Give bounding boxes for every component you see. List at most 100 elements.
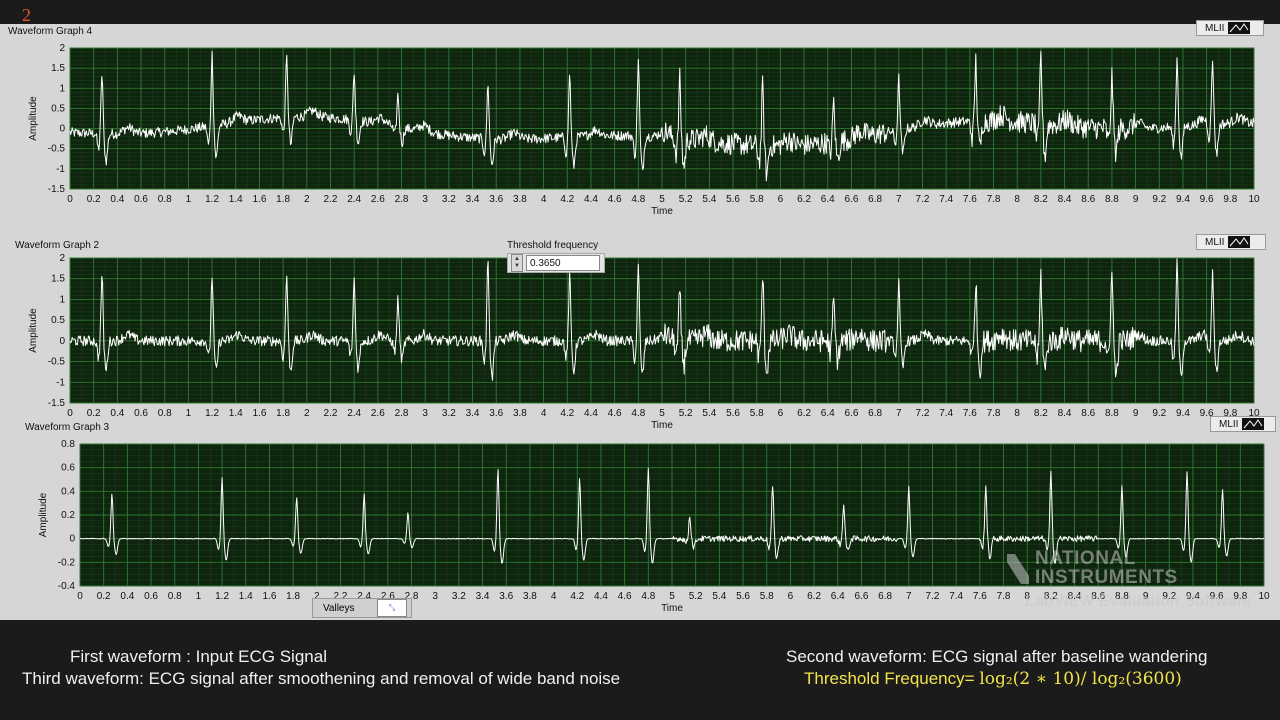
threshold-frequency-input[interactable]: 0.3650 (526, 255, 600, 271)
x-tick-label: 9.6 (1200, 408, 1214, 419)
x-tick-label: 1.2 (215, 591, 229, 602)
x-tick-label: 2.6 (371, 408, 385, 419)
formula-math: log₂(2 ∗ 10)/ log₂(3600) (979, 669, 1182, 689)
y-tick-label: -1.5 (48, 398, 66, 409)
x-tick-label: 8.2 (1034, 408, 1048, 419)
threshold-numeric-control: ▲ ▼ 0.3650 (507, 253, 605, 273)
x-tick-label: 0 (67, 408, 73, 419)
x-tick-label: 3.4 (476, 591, 490, 602)
watermark-line2: INSTRUMENTS (1035, 567, 1178, 588)
x-tick-label: 3.4 (466, 408, 480, 419)
y-tick-label: -1 (56, 377, 65, 388)
y-tick-label: 1.5 (51, 63, 65, 74)
x-tick-label: 8 (1014, 194, 1020, 205)
x-tick-label: 6.2 (797, 408, 811, 419)
x-tick-label: 5 (659, 194, 665, 205)
x-tick-label: 4.2 (570, 591, 584, 602)
x-tick-label: 4.8 (641, 591, 655, 602)
x-tick-label: 0 (67, 194, 73, 205)
x-tick-label: 0.2 (87, 408, 101, 419)
x-tick-label: 4.6 (618, 591, 632, 602)
x-tick-label: 2.8 (395, 194, 409, 205)
y-tick-label: -0.5 (48, 357, 66, 368)
x-tick-label: 8 (1014, 408, 1020, 419)
x-tick-label: 3 (422, 408, 428, 419)
watermark-line3: LabVIEW Evaluation Software (1025, 593, 1252, 610)
x-tick-label: 3.2 (452, 591, 466, 602)
x-tick-label: 1.6 (252, 408, 266, 419)
x-tick-label: 3.6 (489, 194, 503, 205)
x-tick-label: 1.8 (276, 408, 290, 419)
x-tick-label: 7.2 (916, 194, 930, 205)
x-tick-label: 7 (896, 194, 902, 205)
x-tick-label: 5.2 (679, 194, 693, 205)
x-tick-label: 6.4 (821, 408, 835, 419)
x-tick-label: 1 (186, 194, 192, 205)
x-tick-label: 9.2 (1152, 408, 1166, 419)
x-tick-label: 1.4 (229, 408, 243, 419)
x-tick-label: 4 (541, 194, 547, 205)
x-tick-label: 1 (186, 408, 192, 419)
x-tick-label: 6.6 (844, 194, 858, 205)
x-tick-label: 2.6 (371, 194, 385, 205)
cursor-icon[interactable]: ⤡ (377, 599, 407, 617)
x-tick-label: 2.4 (347, 194, 361, 205)
y-tick-label: 1.5 (51, 274, 65, 285)
x-tick-label: 9.6 (1200, 194, 1214, 205)
x-tick-label: 9.4 (1176, 408, 1190, 419)
x-axis-label: Time (651, 206, 673, 217)
x-tick-label: 6.4 (831, 591, 845, 602)
x-tick-label: 2.4 (347, 408, 361, 419)
x-tick-label: 6.8 (868, 408, 882, 419)
x-tick-label: 8.2 (1034, 194, 1048, 205)
increment-decrement-icon[interactable]: ▲ ▼ (511, 254, 523, 272)
x-tick-label: 6.8 (868, 194, 882, 205)
y-tick-label: 0 (59, 124, 65, 135)
x-tick-label: 4.4 (594, 591, 608, 602)
x-tick-label: 9.2 (1152, 194, 1166, 205)
x-tick-label: 1.2 (205, 408, 219, 419)
x-tick-label: 4 (551, 591, 557, 602)
x-tick-label: 3.2 (442, 408, 456, 419)
x-tick-label: 1.6 (262, 591, 276, 602)
valleys-label: Valleys (323, 602, 355, 614)
x-tick-label: 9.8 (1223, 194, 1237, 205)
y-tick-label: 2 (59, 253, 65, 264)
x-tick-label: 4 (541, 408, 547, 419)
y-tick-label: -0.2 (58, 557, 76, 568)
x-tick-label: 5.8 (750, 194, 764, 205)
x-tick-label: 4.4 (584, 194, 598, 205)
x-tick-label: 9.8 (1223, 408, 1237, 419)
caption-third: Third waveform: ECG signal after smoothe… (22, 669, 621, 688)
x-tick-label: 3.4 (466, 194, 480, 205)
x-tick-label: 6.2 (807, 591, 821, 602)
caption-formula: Threshold Frequency= log₂(2 ∗ 10)/ log₂(… (804, 669, 1182, 689)
x-tick-label: 8.6 (1081, 408, 1095, 419)
y-tick-label: 0.5 (51, 103, 65, 114)
x-tick-label: 1.4 (239, 591, 253, 602)
formula-prefix: Threshold Frequency= (804, 669, 975, 688)
x-tick-label: 7.6 (973, 591, 987, 602)
valleys-control[interactable]: Valleys ⤡ (312, 598, 412, 618)
y-tick-label: -0.5 (48, 144, 66, 155)
x-tick-label: 1.4 (229, 194, 243, 205)
x-tick-label: 7 (906, 591, 912, 602)
x-tick-label: 10 (1248, 408, 1260, 419)
x-tick-label: 1.6 (252, 194, 266, 205)
y-axis-label: Amplitude (28, 96, 39, 141)
x-tick-label: 3.8 (513, 194, 527, 205)
threshold-frequency-label: Threshold frequency (507, 240, 599, 251)
x-tick-label: 4.6 (608, 408, 622, 419)
y-axis-label: Amplitude (28, 308, 39, 353)
y-tick-label: 0.6 (61, 463, 75, 474)
x-tick-label: 7.2 (926, 591, 940, 602)
x-tick-label: 3.6 (489, 408, 503, 419)
ni-watermark: NATIONAL INSTRUMENTS LabVIEW Evaluation … (1005, 548, 1252, 611)
x-tick-label: 5.8 (750, 408, 764, 419)
x-tick-label: 1.8 (286, 591, 300, 602)
x-tick-label: 0.6 (144, 591, 158, 602)
y-tick-label: -0.4 (58, 581, 76, 592)
x-tick-label: 4.2 (560, 408, 574, 419)
caption-second: Second waveform: ECG signal after baseli… (786, 647, 1208, 666)
x-tick-label: 0 (77, 591, 83, 602)
